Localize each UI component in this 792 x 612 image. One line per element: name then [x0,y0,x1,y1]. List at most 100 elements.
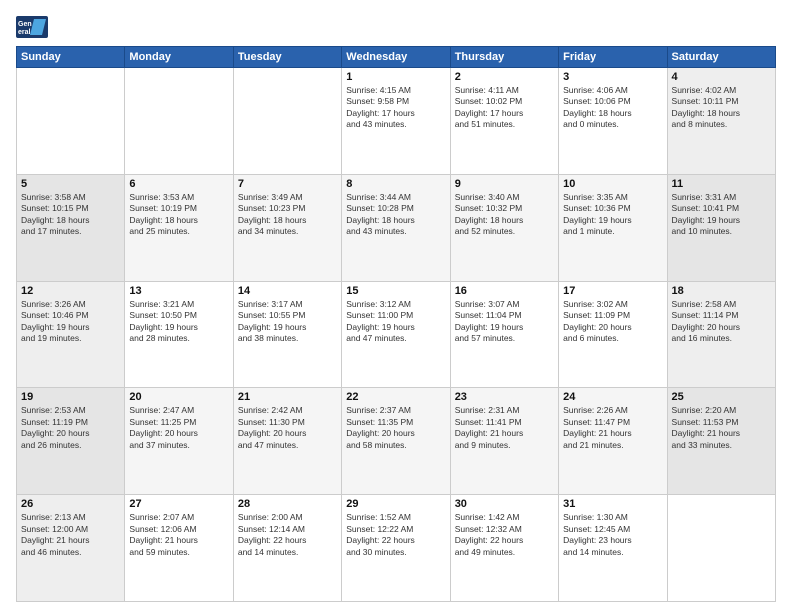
day-cell: 2 Sunrise: 4:11 AMSunset: 10:02 PMDayligh… [450,68,558,175]
day-number: 29 [346,498,445,510]
day-info: Sunrise: 1:52 AMSunset: 12:22 AMDaylight… [346,512,445,558]
day-cell: 7 Sunrise: 3:49 AMSunset: 10:23 PMDayligh… [233,174,341,281]
day-cell [233,68,341,175]
day-info: Sunrise: 3:02 AMSunset: 11:09 PMDaylight… [563,299,662,345]
day-number: 19 [21,391,120,403]
day-number: 18 [672,285,771,297]
day-info: Sunrise: 1:42 AMSunset: 12:32 AMDaylight… [455,512,554,558]
day-cell: 20Sunrise: 2:47 AMSunset: 11:25 PMDaylig… [125,388,233,495]
day-number: 30 [455,498,554,510]
page: Gen eral SundayMondayTuesdayWednesdayThu… [0,0,792,612]
day-number: 1 [346,71,445,83]
day-cell: 30 Sunrise: 1:42 AMSunset: 12:32 AMDaylig… [450,495,558,602]
day-cell: 21Sunrise: 2:42 AMSunset: 11:30 PMDaylig… [233,388,341,495]
day-info: Sunrise: 1:30 AMSunset: 12:45 AMDaylight… [563,512,662,558]
week-row-2: 5 Sunrise: 3:58 AMSunset: 10:15 PMDayligh… [17,174,776,281]
day-cell [125,68,233,175]
day-number: 7 [238,178,337,190]
day-cell: 24 Sunrise: 2:26 AMSunset: 11:47 PMDaylig… [559,388,667,495]
day-info: Sunrise: 3:07 AMSunset: 11:04 PMDaylight… [455,299,554,345]
day-number: 15 [346,285,445,297]
day-number: 31 [563,498,662,510]
day-info: Sunrise: 4:11 AMSunset: 10:02 PMDaylight… [455,85,554,131]
day-number: 11 [672,178,771,190]
day-info: Sunrise: 2:20 AMSunset: 11:53 PMDaylight… [672,405,771,451]
day-info: Sunrise: 2:07 AMSunset: 12:06 AMDaylight… [129,512,228,558]
day-cell: 6Sunrise: 3:53 AMSunset: 10:19 PMDayligh… [125,174,233,281]
weekday-saturday: Saturday [667,47,775,68]
day-cell: 18 Sunrise: 2:58 AMSunset: 11:14 PMDaylig… [667,281,775,388]
day-number: 10 [563,178,662,190]
day-cell: 28Sunrise: 2:00 AMSunset: 12:14 AMDaylig… [233,495,341,602]
calendar-table: SundayMondayTuesdayWednesdayThursdayFrid… [16,46,776,602]
day-number: 2 [455,71,554,83]
day-info: Sunrise: 3:49 AMSunset: 10:23 PMDaylight… [238,192,337,238]
day-cell: 22 Sunrise: 2:37 AMSunset: 11:35 PMDaylig… [342,388,450,495]
day-cell: 15 Sunrise: 3:12 AMSunset: 11:00 PMDaylig… [342,281,450,388]
logo-icon: Gen eral [16,16,48,38]
day-info: Sunrise: 3:35 AMSunset: 10:36 PMDaylight… [563,192,662,238]
day-info: Sunrise: 2:42 AMSunset: 11:30 PMDaylight… [238,405,337,451]
weekday-header-row: SundayMondayTuesdayWednesdayThursdayFrid… [17,47,776,68]
day-cell: 26Sunrise: 2:13 AMSunset: 12:00 AMDaylig… [17,495,125,602]
svg-text:eral: eral [18,29,31,36]
logo: Gen eral [16,16,52,38]
header: Gen eral [16,16,776,38]
weekday-tuesday: Tuesday [233,47,341,68]
day-number: 14 [238,285,337,297]
day-info: Sunrise: 3:40 AMSunset: 10:32 PMDaylight… [455,192,554,238]
day-cell: 4 Sunrise: 4:02 AMSunset: 10:11 PMDayligh… [667,68,775,175]
week-row-4: 19 Sunrise: 2:53 AMSunset: 11:19 PMDaylig… [17,388,776,495]
day-cell: 29 Sunrise: 1:52 AMSunset: 12:22 AMDaylig… [342,495,450,602]
day-number: 22 [346,391,445,403]
day-number: 23 [455,391,554,403]
day-cell: 17 Sunrise: 3:02 AMSunset: 11:09 PMDaylig… [559,281,667,388]
week-row-5: 26Sunrise: 2:13 AMSunset: 12:00 AMDaylig… [17,495,776,602]
weekday-sunday: Sunday [17,47,125,68]
weekday-wednesday: Wednesday [342,47,450,68]
day-info: Sunrise: 2:37 AMSunset: 11:35 PMDaylight… [346,405,445,451]
day-number: 25 [672,391,771,403]
day-info: Sunrise: 2:58 AMSunset: 11:14 PMDaylight… [672,299,771,345]
day-number: 6 [129,178,228,190]
day-cell: 1 Sunrise: 4:15 AMSunset: 9:58 PMDaylight… [342,68,450,175]
day-number: 24 [563,391,662,403]
day-number: 4 [672,71,771,83]
day-info: Sunrise: 2:26 AMSunset: 11:47 PMDaylight… [563,405,662,451]
day-number: 5 [21,178,120,190]
day-info: Sunrise: 2:47 AMSunset: 11:25 PMDaylight… [129,405,228,451]
day-cell: 27 Sunrise: 2:07 AMSunset: 12:06 AMDaylig… [125,495,233,602]
week-row-3: 12Sunrise: 3:26 AMSunset: 10:46 PMDaylig… [17,281,776,388]
day-info: Sunrise: 3:58 AMSunset: 10:15 PMDaylight… [21,192,120,238]
day-info: Sunrise: 4:15 AMSunset: 9:58 PMDaylight:… [346,85,445,131]
day-info: Sunrise: 3:21 AMSunset: 10:50 PMDaylight… [129,299,228,345]
day-info: Sunrise: 3:12 AMSunset: 11:00 PMDaylight… [346,299,445,345]
weekday-monday: Monday [125,47,233,68]
day-number: 26 [21,498,120,510]
day-cell: 25 Sunrise: 2:20 AMSunset: 11:53 PMDaylig… [667,388,775,495]
day-cell: 10 Sunrise: 3:35 AMSunset: 10:36 PMDaylig… [559,174,667,281]
day-number: 17 [563,285,662,297]
day-number: 27 [129,498,228,510]
day-info: Sunrise: 2:31 AMSunset: 11:41 PMDaylight… [455,405,554,451]
week-row-1: 1 Sunrise: 4:15 AMSunset: 9:58 PMDaylight… [17,68,776,175]
day-number: 16 [455,285,554,297]
day-cell: 12Sunrise: 3:26 AMSunset: 10:46 PMDaylig… [17,281,125,388]
day-info: Sunrise: 4:06 AMSunset: 10:06 PMDaylight… [563,85,662,131]
day-info: Sunrise: 4:02 AMSunset: 10:11 PMDaylight… [672,85,771,131]
weekday-thursday: Thursday [450,47,558,68]
day-number: 13 [129,285,228,297]
day-number: 12 [21,285,120,297]
day-cell: 23 Sunrise: 2:31 AMSunset: 11:41 PMDaylig… [450,388,558,495]
day-cell: 3Sunrise: 4:06 AMSunset: 10:06 PMDayligh… [559,68,667,175]
day-cell: 5 Sunrise: 3:58 AMSunset: 10:15 PMDayligh… [17,174,125,281]
day-cell: 9 Sunrise: 3:40 AMSunset: 10:32 PMDayligh… [450,174,558,281]
day-cell: 19 Sunrise: 2:53 AMSunset: 11:19 PMDaylig… [17,388,125,495]
day-number: 8 [346,178,445,190]
svg-text:Gen: Gen [18,21,32,28]
day-info: Sunrise: 2:53 AMSunset: 11:19 PMDaylight… [21,405,120,451]
day-cell: 8Sunrise: 3:44 AMSunset: 10:28 PMDayligh… [342,174,450,281]
weekday-friday: Friday [559,47,667,68]
day-cell: 13 Sunrise: 3:21 AMSunset: 10:50 PMDaylig… [125,281,233,388]
day-number: 9 [455,178,554,190]
